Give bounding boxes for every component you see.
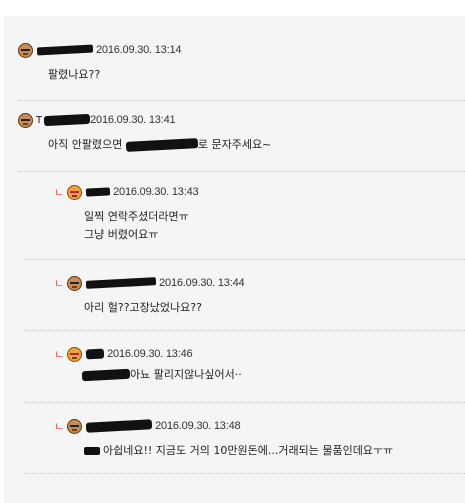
avatar-icon[interactable] xyxy=(67,275,83,291)
avatar-icon[interactable] xyxy=(67,418,83,434)
reply-date: 2016.09.30. 13:46 xyxy=(107,348,193,360)
redacted-username xyxy=(43,113,91,127)
reply-date: 2016.09.30. 13:48 xyxy=(155,420,241,432)
reply-indicator: ㄴ xyxy=(54,187,65,199)
comment-divider xyxy=(18,171,465,172)
reply-text: 아리 헐??고장났었나요?? xyxy=(84,301,202,314)
reply-divider xyxy=(24,402,465,403)
comment-author[interactable]: T xyxy=(36,115,42,126)
redacted-username xyxy=(36,44,94,56)
avatar-icon[interactable] xyxy=(18,42,33,58)
avatar-icon[interactable] xyxy=(18,112,33,128)
reply-text: 아쉽네요!! 지금도 거의 10만원돈에...거래되는 물품인데요ㅜㅠ xyxy=(84,442,393,458)
redacted-mention xyxy=(81,368,131,382)
reply-indicator: ㄴ xyxy=(54,278,65,290)
comment-list: 2016.09.30. 13:14 팔렸나요?? T 2016.09.30. 1… xyxy=(4,16,465,503)
reply-text: 아뇨 팔리지않나싶어서·· xyxy=(81,366,242,382)
redacted-mention xyxy=(84,447,100,455)
comment-date: 2016.09.30. 13:41 xyxy=(90,114,176,126)
avatar-icon[interactable] xyxy=(67,184,83,200)
reply-date: 2016.09.30. 13:43 xyxy=(113,186,199,198)
reply-divider xyxy=(24,330,465,331)
top-cut-off-header: ▬ xyxy=(0,0,465,8)
comment-divider xyxy=(18,100,465,101)
redacted-username xyxy=(85,348,105,360)
comment-date: 2016.09.30. 13:14 xyxy=(96,44,182,56)
redacted-username xyxy=(85,187,111,197)
reply-divider xyxy=(24,473,465,474)
reply-indicator: ㄴ xyxy=(54,349,65,361)
reply-indicator: ㄴ xyxy=(54,421,65,433)
reply-text: 그냥 버렸어요ㅠ xyxy=(84,228,159,241)
redacted-username xyxy=(85,277,157,289)
reply-date: 2016.09.30. 13:44 xyxy=(159,277,245,289)
avatar-icon[interactable] xyxy=(67,346,83,362)
comment-text: 팔렸나요?? xyxy=(48,68,101,81)
reply-divider xyxy=(24,259,465,260)
redacted-username xyxy=(85,419,153,433)
reply-text: 일찍 연락주셨더라면ㅠ xyxy=(84,210,189,223)
comment-text: 아직 안팔렸으면 로 문자주세요~ xyxy=(48,138,272,152)
redacted-phone-number xyxy=(125,138,199,152)
